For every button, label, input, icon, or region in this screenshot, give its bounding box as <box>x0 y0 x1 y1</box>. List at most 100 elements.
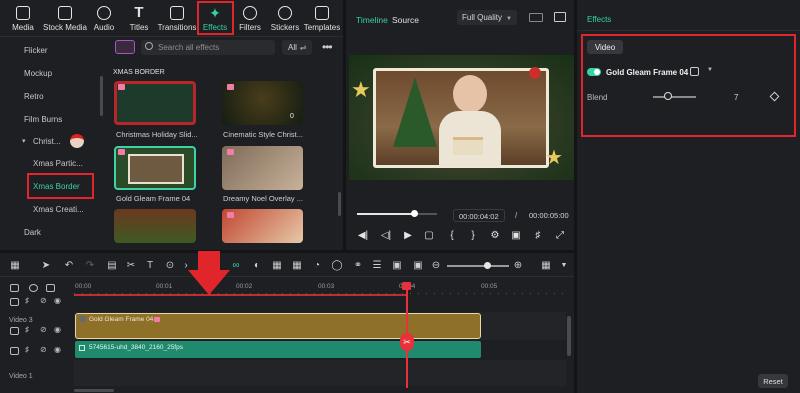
filter-dropdown[interactable]: All ⇌ <box>282 40 312 55</box>
toolbar-transitions[interactable]: Transitions <box>156 4 198 32</box>
volume-icon[interactable]: ♯ <box>25 325 29 334</box>
premium-gem-icon <box>118 84 125 90</box>
timeline-vertical-scrollbar[interactable] <box>567 316 571 356</box>
zoom-slider-track[interactable] <box>447 265 509 267</box>
sidebar-item-mockup[interactable]: Mockup <box>24 69 52 78</box>
library-scrollbar[interactable] <box>338 192 341 216</box>
tab-timeline[interactable]: Timeline <box>356 15 388 25</box>
effect-thumb-dreamy-noel[interactable] <box>222 146 303 190</box>
snapshot-icon[interactable] <box>554 12 566 22</box>
quality-dropdown[interactable]: Full Quality ▼ <box>457 10 517 25</box>
favorites-button[interactable] <box>115 40 135 54</box>
shield-icon[interactable]: ◯ <box>331 260 343 271</box>
media-icon <box>16 6 30 20</box>
layout-icon[interactable]: ▦ <box>9 260 21 271</box>
mute-icon[interactable]: ⊘ <box>40 325 47 334</box>
play-reverse-icon[interactable]: ◁| <box>380 230 392 242</box>
select-tool-icon[interactable]: ➤ <box>40 260 52 271</box>
crop-icon[interactable]: ⊙ <box>164 260 176 271</box>
split-scissors-marker[interactable]: ✂ <box>400 333 414 351</box>
sidebar-item-film-burns[interactable]: Film Burns <box>24 115 62 124</box>
effects-tab-highlight <box>197 1 234 35</box>
mark-in-icon[interactable]: { <box>446 230 458 242</box>
camera-icon[interactable]: ▣ <box>510 230 522 242</box>
sidebar-scrollbar[interactable] <box>100 76 103 116</box>
grid-view-icon[interactable] <box>529 13 543 22</box>
track-lock-icon[interactable] <box>10 327 19 335</box>
chevron-down-icon: ▾ <box>22 138 26 145</box>
thumb-photo <box>128 154 184 184</box>
toolbar-stickers[interactable]: Stickers <box>268 4 302 32</box>
fullscreen-icon[interactable]: ⤢ <box>554 230 566 242</box>
effect-thumb-row3-right[interactable] <box>222 209 303 243</box>
toolbar-audio[interactable]: Audio <box>88 4 120 32</box>
prev-frame-icon[interactable]: ◀| <box>357 230 369 242</box>
effect-thumb-row3-left[interactable] <box>114 209 196 243</box>
video-clip[interactable]: 5745615-uhd_3840_2160_25fps <box>75 341 481 358</box>
zoom-slider-handle[interactable] <box>484 262 491 269</box>
eye-icon[interactable]: ◉ <box>54 296 61 305</box>
effect-thumb-gold-gleam-frame[interactable] <box>114 146 196 190</box>
work-area-bar <box>74 294 406 296</box>
audio-mixer-icon[interactable]: ☰ <box>371 260 383 271</box>
effect-thumb-christmas-holiday[interactable] <box>114 81 196 125</box>
zoom-in-icon[interactable]: ⊕ <box>512 260 524 271</box>
snapshot-tool-icon[interactable]: ▣ <box>391 260 403 271</box>
toolbar-filters[interactable]: Filters <box>234 4 266 32</box>
search-box[interactable]: Search all effects <box>141 40 275 55</box>
add-track-icon[interactable] <box>10 284 19 292</box>
redo-icon[interactable]: ↷ <box>84 260 96 271</box>
toolbar-titles[interactable]: T Titles <box>122 4 156 32</box>
ai-tool-icon[interactable]: ∞ <box>230 260 242 271</box>
premium-gem-icon <box>154 317 160 322</box>
delete-icon[interactable]: ▤ <box>106 260 118 271</box>
stop-icon[interactable]: ▢ <box>423 230 435 242</box>
marker-icon[interactable] <box>46 284 55 292</box>
reset-button[interactable]: Reset <box>758 374 788 388</box>
freeze-icon[interactable]: ◔ <box>311 260 323 271</box>
link-icon[interactable] <box>29 284 38 292</box>
sidebar-item-retro[interactable]: Retro <box>24 92 44 101</box>
render-settings-icon[interactable]: ⚙ <box>489 230 501 242</box>
split-icon[interactable]: ✂ <box>125 260 137 271</box>
mute-icon[interactable]: ⊘ <box>40 296 47 305</box>
undo-icon[interactable]: ↶ <box>63 260 75 271</box>
toolbar-media[interactable]: Media <box>4 4 42 32</box>
mark-out-icon[interactable]: } <box>467 230 479 242</box>
mic-icon[interactable]: ⚭ <box>352 260 364 271</box>
sidebar-item-flicker[interactable]: Flicker <box>24 46 48 55</box>
render-icon[interactable]: ▣ <box>412 260 424 271</box>
total-time: 00:00:05:00 <box>529 211 569 220</box>
text-tool-icon[interactable]: T <box>144 260 156 271</box>
sidebar-item-xmas-particles[interactable]: Xmas Partic... <box>33 159 83 168</box>
grid-icon[interactable]: ▦ <box>540 260 552 271</box>
zoom-out-icon[interactable]: ⊖ <box>430 260 442 271</box>
volume-icon[interactable]: ♯ <box>532 230 544 242</box>
sidebar-item-christmas[interactable]: Christ... <box>33 137 61 146</box>
video-preview[interactable]: ★ ★ <box>349 55 574 180</box>
volume-icon[interactable]: ♯ <box>25 296 29 305</box>
speed-icon[interactable]: ◐ <box>251 260 263 271</box>
player-progress-handle[interactable] <box>411 210 418 217</box>
search-input[interactable]: Search all effects <box>158 43 219 52</box>
stabilize-icon[interactable]: ▦ <box>291 260 303 271</box>
timeline-horizontal-scrollbar[interactable] <box>74 389 114 392</box>
sidebar-item-xmas-creative[interactable]: Xmas Creati... <box>33 205 84 214</box>
sidebar-item-dark[interactable]: Dark <box>24 228 41 237</box>
volume-icon[interactable]: ♯ <box>25 345 29 354</box>
more-options-icon[interactable]: ••• <box>322 40 333 54</box>
playhead-handle[interactable] <box>402 282 411 290</box>
mute-icon[interactable]: ⊘ <box>40 345 47 354</box>
toolbar-templates[interactable]: Templates <box>302 4 342 32</box>
eye-icon[interactable]: ◉ <box>54 345 61 354</box>
audio-icon <box>97 6 111 20</box>
track-lock-icon[interactable] <box>10 298 19 306</box>
effect-clip[interactable]: Gold Gleam Frame 04 <box>75 313 481 339</box>
timeline-menu-icon[interactable]: ▼ <box>558 260 570 271</box>
tab-source[interactable]: Source <box>392 15 419 25</box>
toolbar-stock-media[interactable]: Stock Media <box>42 4 88 32</box>
eye-icon[interactable]: ◉ <box>54 325 61 334</box>
play-icon[interactable]: ▶ <box>402 230 414 242</box>
track-lock-icon[interactable] <box>10 347 19 355</box>
color-icon[interactable]: ▦ <box>271 260 283 271</box>
